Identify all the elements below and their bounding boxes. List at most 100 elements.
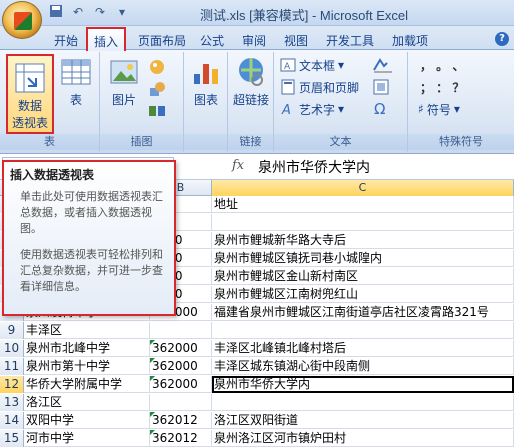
- pivot-table-button[interactable]: 数据 透视表: [6, 54, 54, 134]
- clipart-icon[interactable]: [148, 58, 166, 79]
- dropdown-icon: ▾: [338, 58, 345, 72]
- symbols-row2[interactable]: ； ： ？: [420, 78, 464, 96]
- save-icon[interactable]: [48, 4, 64, 20]
- group-text-label: 文本: [274, 134, 407, 150]
- row-header[interactable]: 9: [0, 322, 24, 339]
- table-row: 10 泉州市北峰中学 362000 丰泽区北峰镇北峰村塔后: [0, 340, 514, 357]
- undo-icon[interactable]: ↶: [70, 4, 86, 20]
- table-row: 9 丰泽区: [0, 322, 514, 339]
- omega-icon[interactable]: Ω: [374, 100, 385, 118]
- row-header[interactable]: 13: [0, 394, 24, 411]
- chart-icon: [190, 56, 222, 88]
- dropdown-icon: ▾: [453, 102, 460, 116]
- cell-c[interactable]: 丰泽区城东镇湖心街中段南侧: [212, 358, 514, 375]
- wordart-button[interactable]: A 艺术字 ▾: [280, 100, 344, 118]
- cell-a[interactable]: 泉州市第十中学: [24, 358, 150, 375]
- picture-button[interactable]: 图片: [106, 56, 142, 108]
- chart-button[interactable]: 图表: [188, 56, 224, 108]
- tab-developer[interactable]: 开发工具: [320, 30, 380, 50]
- quick-access-toolbar: ↶ ↷ ▾: [48, 4, 130, 20]
- pivot-label-line2: 透视表: [11, 116, 48, 130]
- cell-c[interactable]: 泉州洛江区河市镇炉田村: [212, 430, 514, 447]
- table-row: 12 华侨大学附属中学 362000 泉州市华侨大学内: [0, 376, 514, 393]
- cell-b-value: 362012: [152, 413, 198, 427]
- cell-a[interactable]: 双阳中学: [24, 412, 150, 429]
- fx-icon[interactable]: fx: [232, 158, 244, 173]
- redo-icon[interactable]: ↷: [92, 4, 108, 20]
- hash-icon: ♯: [418, 102, 424, 116]
- cell-c[interactable]: 泉州市鲤城区江南树兜红山: [212, 286, 514, 303]
- cell-a[interactable]: 华侨大学附属中学: [24, 376, 150, 393]
- header-footer-label: 页眉和页脚: [299, 80, 360, 95]
- cell-c[interactable]: [212, 394, 514, 411]
- cell-c[interactable]: 泉州市华侨大学内: [212, 376, 514, 393]
- window-title: 测试.xls [兼容模式] - Microsoft Excel: [200, 8, 409, 23]
- textbox-button[interactable]: A 文本框 ▾: [280, 56, 344, 74]
- table-row: 11 泉州市第十中学 362000 丰泽区城东镇湖心街中段南侧: [0, 358, 514, 375]
- cell-c[interactable]: 泉州市鲤城区金山新村南区: [212, 268, 514, 285]
- row-header[interactable]: 11: [0, 358, 24, 375]
- group-illustrations-label: 插图: [100, 134, 183, 150]
- cell-c[interactable]: 泉州市鲤城区镇抚司巷小城隍内: [212, 250, 514, 267]
- table-button[interactable]: 表: [58, 56, 94, 108]
- smartart-icon[interactable]: [148, 102, 166, 123]
- cell-b[interactable]: [150, 394, 212, 411]
- error-indicator-icon: [150, 340, 155, 345]
- cell-b-value: 362000: [152, 359, 198, 373]
- cell-a[interactable]: 丰泽区: [24, 322, 150, 339]
- cell-b[interactable]: [150, 322, 212, 339]
- cell-c[interactable]: 丰泽区北峰镇北峰村塔后: [212, 340, 514, 357]
- cell-a[interactable]: 泉州市北峰中学: [24, 340, 150, 357]
- picture-icon: [108, 56, 140, 88]
- row-header[interactable]: 12: [0, 376, 24, 393]
- ribbon: 数据 透视表 表 表 图片 插图 图表 超链接 链接 A 文本框 ▾ 页眉和页脚…: [0, 50, 514, 154]
- hyperlink-button[interactable]: 超链接: [231, 56, 271, 108]
- cell-b[interactable]: 362000: [150, 358, 212, 375]
- group-illustrations: 图片 插图: [100, 52, 184, 152]
- error-indicator-icon: [150, 412, 155, 417]
- group-table-label: 表: [0, 134, 99, 150]
- cell-c[interactable]: 泉州市鲤城新华路大寺后: [212, 232, 514, 249]
- symbol-label: 符号: [426, 102, 451, 117]
- cell-b[interactable]: 362000: [150, 376, 212, 393]
- tab-review[interactable]: 审阅: [236, 30, 272, 50]
- cell-c[interactable]: 地址: [212, 196, 514, 213]
- formula-input[interactable]: 泉州市华侨大学内: [258, 157, 370, 177]
- tooltip-title: 插入数据透视表: [10, 168, 95, 182]
- cell-a[interactable]: 洛江区: [24, 394, 150, 411]
- cell-c[interactable]: 福建省泉州市鲤城区江南街道亭店社区凌霄路321号: [212, 304, 514, 321]
- row-header[interactable]: 10: [0, 340, 24, 357]
- wordart-icon: A: [280, 101, 296, 118]
- tab-page-layout[interactable]: 页面布局: [132, 30, 192, 50]
- office-button[interactable]: [2, 1, 42, 39]
- cell-b[interactable]: 362012: [150, 430, 212, 447]
- column-header-c[interactable]: C: [212, 180, 514, 196]
- symbol-button[interactable]: ♯ 符号 ▾: [418, 100, 460, 118]
- row-header[interactable]: 14: [0, 412, 24, 429]
- signature-line-icon[interactable]: [372, 56, 394, 77]
- shapes-icon[interactable]: [148, 80, 166, 101]
- help-icon[interactable]: ?: [495, 32, 509, 46]
- cell-a[interactable]: 河市中学: [24, 430, 150, 447]
- cell-b-value: 362000: [152, 341, 198, 355]
- symbols-row1[interactable]: ， 。 、: [420, 56, 464, 74]
- group-links-label: 链接: [228, 134, 273, 150]
- cell-c[interactable]: [212, 214, 514, 231]
- tab-formulas[interactable]: 公式: [194, 30, 230, 50]
- tab-home[interactable]: 开始: [48, 30, 84, 50]
- cell-b[interactable]: 362000: [150, 340, 212, 357]
- chart-label: 图表: [193, 93, 218, 107]
- cell-c[interactable]: [212, 322, 514, 339]
- cell-c[interactable]: 洛江区双阳街道: [212, 412, 514, 429]
- header-footer-button[interactable]: 页眉和页脚: [280, 78, 359, 96]
- customize-icon[interactable]: ▾: [114, 4, 130, 20]
- object-icon[interactable]: [372, 78, 390, 99]
- group-links: 超链接 链接: [228, 52, 274, 152]
- tab-insert[interactable]: 插入: [86, 27, 127, 51]
- tab-view[interactable]: 视图: [278, 30, 314, 50]
- title-bar: ↶ ↷ ▾ 测试.xls [兼容模式] - Microsoft Excel: [0, 0, 514, 39]
- row-header[interactable]: 15: [0, 430, 24, 447]
- cell-b[interactable]: 362012: [150, 412, 212, 429]
- tab-addins[interactable]: 加载项: [386, 30, 434, 50]
- header-footer-icon: [280, 79, 296, 95]
